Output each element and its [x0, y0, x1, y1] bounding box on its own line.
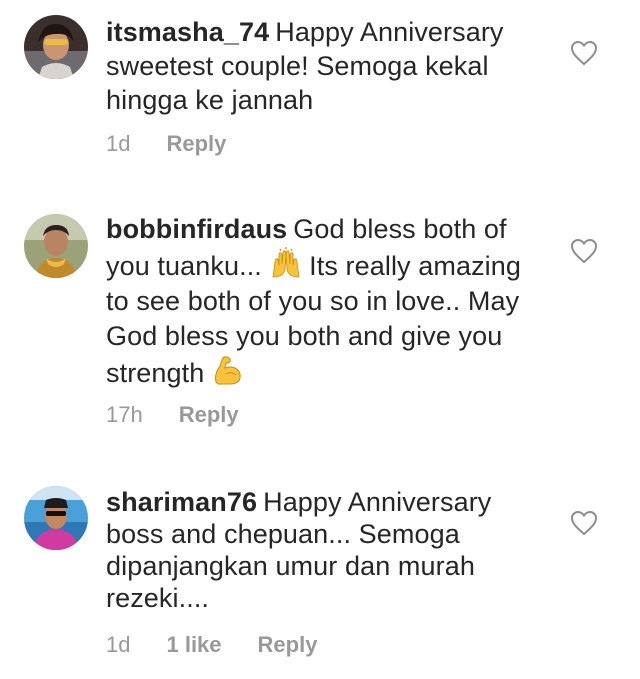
comment-username[interactable]: itsmasha_74 — [106, 17, 269, 47]
comment-username[interactable]: shariman76 — [106, 487, 257, 517]
avatar[interactable] — [24, 214, 88, 278]
comment-itsmasha: itsmasha_74 Happy Anniversary sweetest co… — [0, 0, 640, 170]
comment-time: 17h — [106, 402, 143, 427]
reply-button[interactable]: Reply — [179, 402, 239, 428]
comment-time: 1d — [106, 632, 131, 657]
comment-meta: 1d Reply — [106, 128, 226, 160]
heart-outline-icon[interactable] — [570, 510, 598, 536]
comment-meta: 1d 1 like Reply — [106, 629, 317, 661]
comment-text: shariman76 Happy Anniversary boss and che… — [106, 486, 546, 614]
comment-username[interactable]: bobbinfirdaus — [106, 214, 287, 244]
comment-time: 1d — [106, 131, 131, 156]
avatar[interactable] — [24, 486, 88, 550]
flexed-biceps-emoji-icon — [214, 356, 241, 385]
reply-button[interactable]: Reply — [258, 632, 318, 658]
comment-shariman76: shariman76 Happy Anniversary boss and che… — [0, 472, 640, 679]
reply-button[interactable]: Reply — [166, 131, 226, 157]
comment-text: itsmasha_74 Happy Anniversary sweetest co… — [106, 15, 546, 117]
heart-outline-icon[interactable] — [570, 238, 598, 264]
raising-hands-emoji-icon — [272, 247, 299, 278]
avatar[interactable] — [24, 15, 88, 79]
comment-bobbinfirdaus: bobbinfirdaus God bless both of you tuank… — [0, 200, 640, 445]
comment-text: bobbinfirdaus God bless both of you tuank… — [106, 212, 546, 391]
comment-meta: 17h Reply — [106, 399, 239, 431]
heart-outline-icon[interactable] — [570, 40, 598, 66]
likes-count[interactable]: 1 like — [166, 632, 221, 658]
